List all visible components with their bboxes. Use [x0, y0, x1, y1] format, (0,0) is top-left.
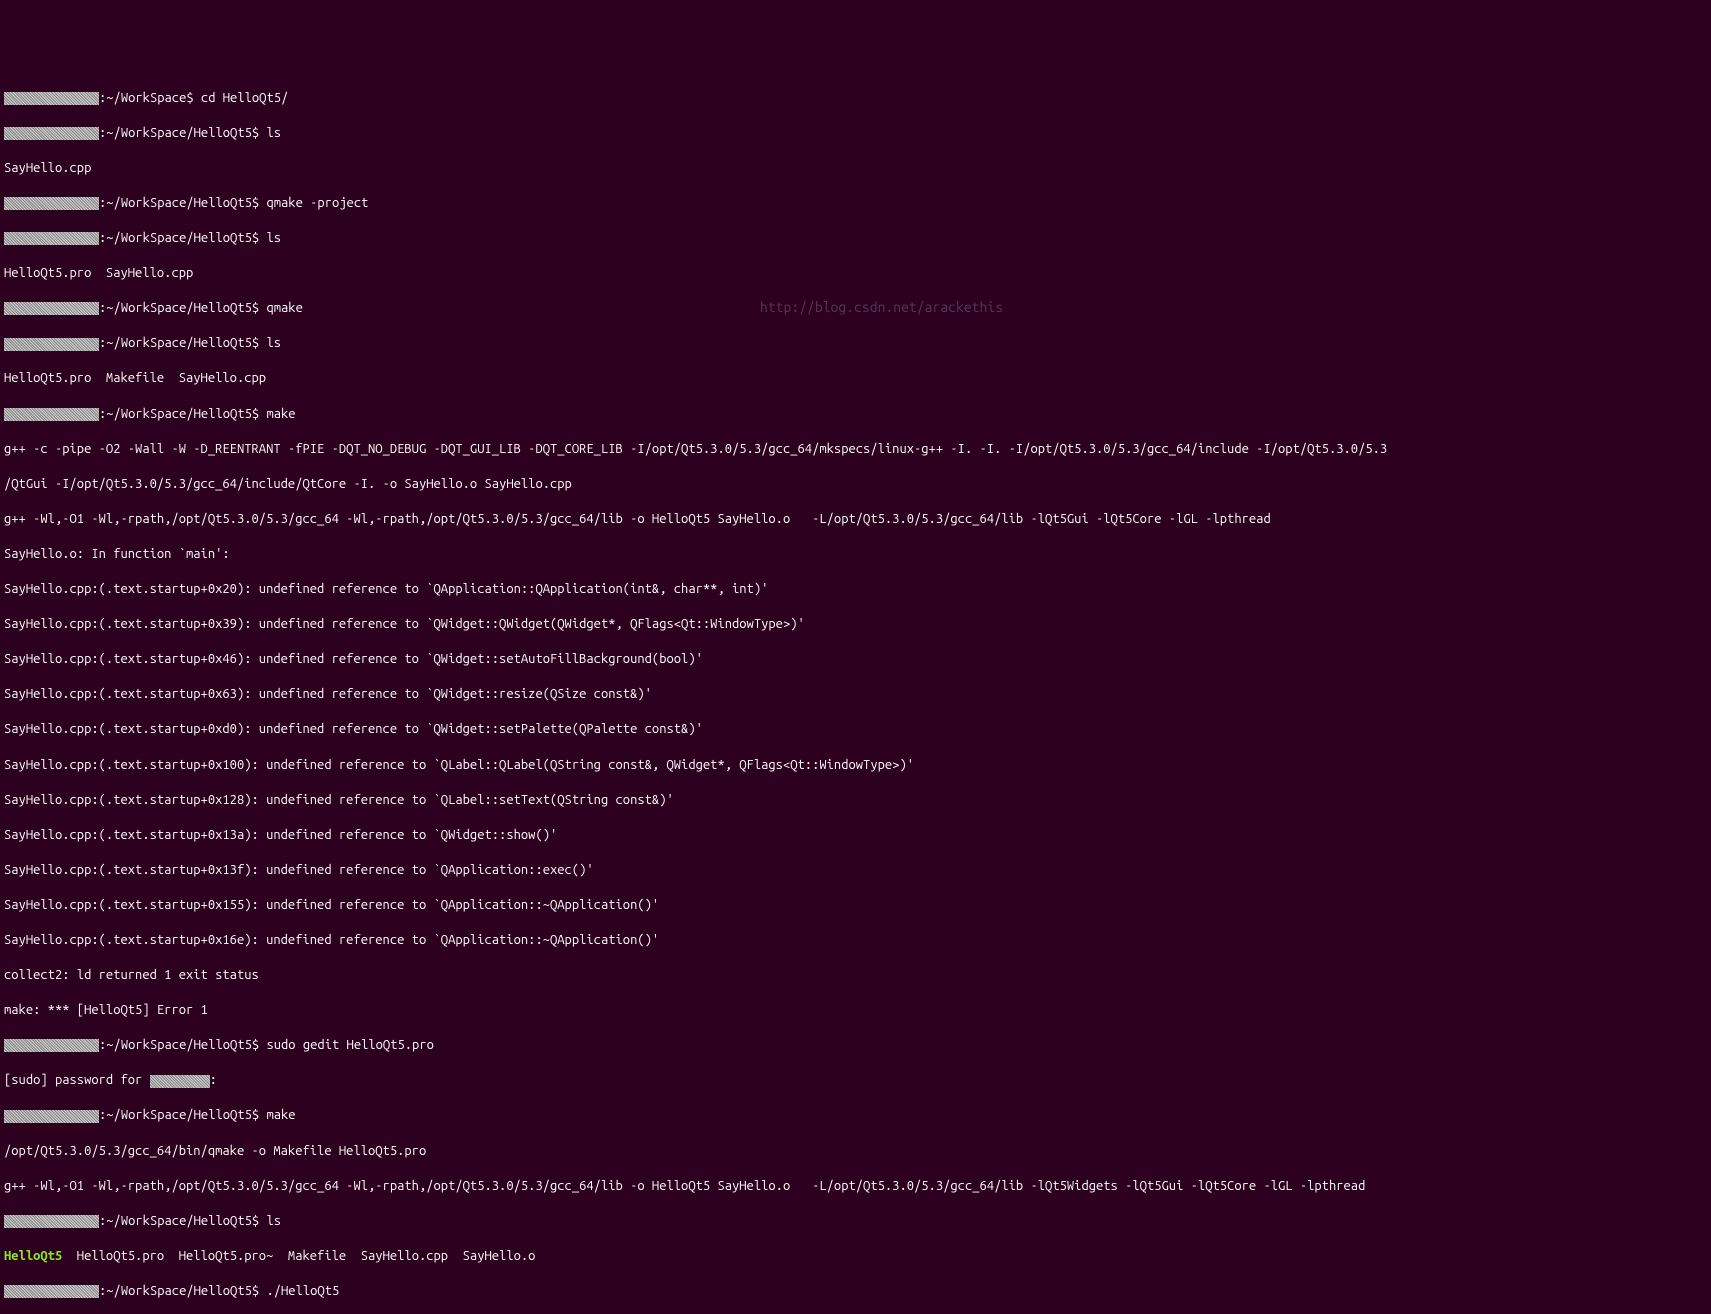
- username-redacted: [4, 1110, 99, 1123]
- prompt-line: :~/WorkSpace/HelloQt5$ ls: [4, 230, 1707, 248]
- output-line: /QtGui -I/opt/Qt5.3.0/5.3/gcc_64/include…: [4, 476, 1707, 494]
- error-line: SayHello.cpp:(.text.startup+0xd0): undef…: [4, 721, 1707, 739]
- prompt-path: :~/WorkSpace/HelloQt5$: [99, 126, 266, 140]
- prompt-line: :~/WorkSpace/HelloQt5$ qmake -project: [4, 195, 1707, 213]
- output-line: HelloQt5 HelloQt5.pro HelloQt5.pro~ Make…: [4, 1248, 1707, 1266]
- prompt-line: :~/WorkSpace/HelloQt5$ make: [4, 406, 1707, 424]
- prompt-line: :~/WorkSpace/HelloQt5$ sudo gedit HelloQ…: [4, 1037, 1707, 1055]
- prompt-line: :~/WorkSpace/HelloQt5$ ls: [4, 1213, 1707, 1231]
- error-line: SayHello.cpp:(.text.startup+0x63): undef…: [4, 686, 1707, 704]
- prompt-path: :~/WorkSpace/HelloQt5$: [99, 336, 266, 350]
- username-redacted: [150, 1075, 210, 1088]
- executable-file: HelloQt5: [4, 1249, 62, 1263]
- error-line: SayHello.cpp:(.text.startup+0x155): unde…: [4, 897, 1707, 915]
- output-line: HelloQt5.pro Makefile SayHello.cpp: [4, 370, 1707, 388]
- prompt-path: :~/WorkSpace/HelloQt5$: [99, 1108, 266, 1122]
- username-redacted: [4, 1215, 99, 1228]
- command-text: cd HelloQt5/: [201, 91, 288, 105]
- command-text: make: [266, 407, 295, 421]
- prompt-path: :~/WorkSpace/HelloQt5$: [99, 196, 266, 210]
- command-text: qmake -project: [266, 196, 368, 210]
- output-line: [sudo] password for :: [4, 1072, 1707, 1090]
- prompt-path: :~/WorkSpace/HelloQt5$: [99, 231, 266, 245]
- command-text: sudo gedit HelloQt5.pro: [266, 1038, 433, 1052]
- username-redacted: [4, 302, 99, 315]
- username-redacted: [4, 408, 99, 421]
- prompt-path: :~/WorkSpace/HelloQt5$: [99, 1214, 266, 1228]
- error-line: make: *** [HelloQt5] Error 1: [4, 1002, 1707, 1020]
- username-redacted: [4, 1285, 99, 1298]
- file-list: HelloQt5.pro HelloQt5.pro~ Makefile SayH…: [62, 1249, 535, 1263]
- command-text: ls: [266, 1214, 281, 1228]
- username-redacted: [4, 197, 99, 210]
- error-line: SayHello.cpp:(.text.startup+0x39): undef…: [4, 616, 1707, 634]
- prompt-path: :~/WorkSpace/HelloQt5$: [99, 407, 266, 421]
- prompt-line: :~/WorkSpace/HelloQt5$ make: [4, 1107, 1707, 1125]
- error-line: SayHello.cpp:(.text.startup+0x100): unde…: [4, 757, 1707, 775]
- username-redacted: [4, 1039, 99, 1052]
- prompt-line: :~/WorkSpace/HelloQt5$ ls: [4, 335, 1707, 353]
- command-text: ls: [266, 126, 281, 140]
- output-line: /opt/Qt5.3.0/5.3/gcc_64/bin/qmake -o Mak…: [4, 1143, 1707, 1161]
- prompt-path: :~/WorkSpace/HelloQt5$: [99, 1038, 266, 1052]
- command-text: qmake: [266, 301, 302, 315]
- prompt-line: :~/WorkSpace/HelloQt5$ qmake: [4, 300, 1707, 318]
- username-redacted: [4, 127, 99, 140]
- output-line: HelloQt5.pro SayHello.cpp: [4, 265, 1707, 283]
- error-line: SayHello.cpp:(.text.startup+0x13a): unde…: [4, 827, 1707, 845]
- username-redacted: [4, 232, 99, 245]
- error-line: SayHello.cpp:(.text.startup+0x16e): unde…: [4, 932, 1707, 950]
- error-line: collect2: ld returned 1 exit status: [4, 967, 1707, 985]
- command-text: ./HelloQt5: [266, 1284, 339, 1298]
- error-line: SayHello.cpp:(.text.startup+0x46): undef…: [4, 651, 1707, 669]
- terminal-output[interactable]: :~/WorkSpace$ cd HelloQt5/ :~/WorkSpace/…: [4, 72, 1707, 1314]
- prompt-path: :~/WorkSpace/HelloQt5$: [99, 1284, 266, 1298]
- sudo-prompt: [sudo] password for: [4, 1073, 150, 1087]
- error-line: SayHello.cpp:(.text.startup+0x13f): unde…: [4, 862, 1707, 880]
- error-line: SayHello.cpp:(.text.startup+0x128): unde…: [4, 792, 1707, 810]
- username-redacted: [4, 92, 99, 105]
- error-line: SayHello.cpp:(.text.startup+0x20): undef…: [4, 581, 1707, 599]
- output-line: SayHello.o: In function `main':: [4, 546, 1707, 564]
- output-line: g++ -Wl,-O1 -Wl,-rpath,/opt/Qt5.3.0/5.3/…: [4, 1178, 1707, 1196]
- prompt-line: :~/WorkSpace$ cd HelloQt5/: [4, 90, 1707, 108]
- prompt-path: :~/WorkSpace/HelloQt5$: [99, 301, 266, 315]
- output-line: g++ -Wl,-O1 -Wl,-rpath,/opt/Qt5.3.0/5.3/…: [4, 511, 1707, 529]
- output-line: g++ -c -pipe -O2 -Wall -W -D_REENTRANT -…: [4, 441, 1707, 459]
- command-text: ls: [266, 336, 281, 350]
- username-redacted: [4, 338, 99, 351]
- prompt-line: :~/WorkSpace/HelloQt5$ ls: [4, 125, 1707, 143]
- prompt-line: :~/WorkSpace/HelloQt5$ ./HelloQt5: [4, 1283, 1707, 1301]
- output-line: SayHello.cpp: [4, 160, 1707, 178]
- prompt-path: :~/WorkSpace$: [99, 91, 201, 105]
- command-text: ls: [266, 231, 281, 245]
- command-text: make: [266, 1108, 295, 1122]
